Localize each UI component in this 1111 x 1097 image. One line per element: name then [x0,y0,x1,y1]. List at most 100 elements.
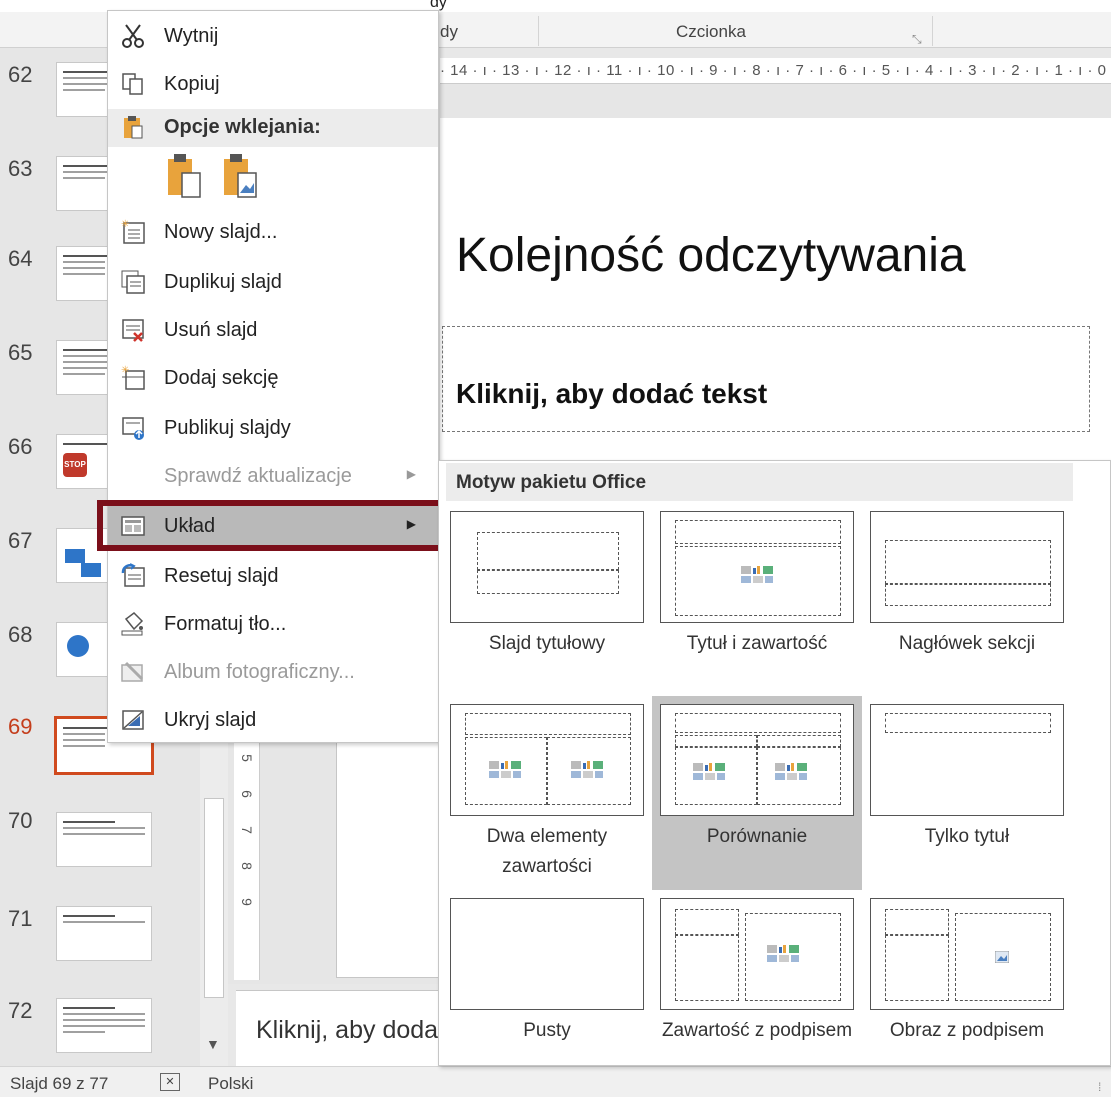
menu-item-label: Sprawdź aktualizacje [164,465,352,487]
content-icons-icon [571,761,603,778]
diagram-shape [65,549,85,563]
layout-thumbnail [870,704,1064,816]
text-placeholder-shape [885,935,949,1001]
layout-thumbnail [660,704,854,816]
ruler-mark: 6 [239,790,255,798]
menu-item-delete-slide[interactable]: Usuń slajd [108,309,438,351]
layout-label: Dwa elementy zawartości [486,826,608,877]
layout-label: Tylko tytuł [924,826,1010,847]
layout-picture-caption[interactable]: Obraz z podpisem [870,898,1064,1076]
ruler-mark: 8 [239,862,255,870]
subtitle-placeholder-shape [477,570,619,594]
content-icons-icon [767,945,799,962]
title-placeholder-shape [465,713,631,735]
scrollbar-thumb[interactable] [204,798,224,998]
text-placeholder-shape [885,584,1051,606]
menu-item-label: Usuń slajd [164,319,258,341]
horizontal-ruler[interactable]: · 14 · ı · 13 · ı · 12 · ı · 11 · ı · 10… [440,58,1111,84]
menu-item-format-background[interactable]: Formatuj tło... [108,603,438,645]
slide-thumbnail[interactable] [56,812,152,867]
ribbon-separator [932,16,933,46]
diagram-shape [67,635,89,657]
publish-slides-icon [122,417,144,440]
title-placeholder-shape [675,520,841,544]
menu-item-label: Album fotograficzny... [164,661,355,683]
ribbon-group-slides: dy [440,22,458,41]
notes-placeholder[interactable]: Kliknij, aby dodać notatki [256,1016,440,1045]
title-placeholder-shape [885,540,1051,584]
thumb-number: 64 [8,246,33,271]
hide-slide-icon [122,710,144,730]
slide-thumbnail[interactable] [56,998,152,1053]
layout-label: Obraz z podpisem [889,1020,1045,1041]
new-slide-icon: ✳ [121,219,145,244]
thumb-number: 62 [8,62,33,87]
layout-thumbnail [450,704,644,816]
menu-item-label: Wytnij [164,25,219,47]
layout-title-only[interactable]: Tylko tytuł [870,704,1064,882]
layout-title-slide[interactable]: Slajd tytułowy [450,511,644,689]
add-section-icon: ✳ [121,365,145,390]
paste-keep-source-icon[interactable] [164,151,204,201]
menu-item-publish-slides[interactable]: Publikuj slajdy [108,407,438,449]
slide-counter: Slajd 69 z 77 [10,1074,109,1093]
copy-icon [122,73,143,95]
thumb-number: 67 [8,528,33,553]
menu-item-check-updates: Sprawdź aktualizacje ▶ [108,455,438,497]
slide[interactable] [440,118,1111,498]
menu-item-cut[interactable]: Wytnij [108,15,438,57]
slide-thumbnail[interactable] [56,906,152,961]
spellcheck-icon[interactable]: ✕ [160,1073,180,1091]
layout-blank[interactable]: Pusty [450,898,644,1076]
layout-thumbnail [870,898,1064,1010]
layout-title-content[interactable]: Tytuł i zawartość [660,511,854,689]
layout-thumbnail [660,511,854,623]
layout-thumbnail [870,511,1064,623]
layout-label: Nagłówek sekcji [898,633,1036,654]
slide-title[interactable]: Kolejność odczytywania [456,228,966,283]
layout-label: Tytuł i zawartość [686,633,828,654]
scissors-icon [122,24,144,48]
ruler-mark: 7 [239,826,255,834]
context-menu: Wytnij Kopiuj Opcje wklejania: ✳ Nowy sl… [107,10,439,743]
resize-grip-icon[interactable]: ⁞ [1098,1080,1101,1094]
content-icons-icon [775,763,807,780]
menu-item-new-slide[interactable]: ✳ Nowy slajd... [108,211,438,253]
menu-item-add-section[interactable]: ✳ Dodaj sekcję [108,357,438,399]
scroll-down-icon[interactable]: ▼ [206,1036,220,1052]
svg-text:✳: ✳ [121,219,129,230]
menu-item-copy[interactable]: Kopiuj [108,63,438,105]
reset-slide-icon [121,563,145,587]
layout-thumbnail [450,511,644,623]
language-label[interactable]: Polski [208,1074,253,1094]
menu-item-label: Resetuj slajd [164,565,279,587]
dialog-launcher-icon[interactable]: ⤡ [912,32,922,47]
title-placeholder-shape [885,713,1051,733]
layout-comparison[interactable]: Porównanie [660,704,854,882]
layout-two-content[interactable]: Dwa elementy zawartości [450,704,644,882]
menu-item-duplicate-slide[interactable]: Duplikuj slajd [108,261,438,303]
content-icons-icon [489,761,521,778]
title-placeholder-shape [675,909,739,935]
layout-label: Pusty [523,1020,571,1041]
placeholder-text[interactable]: Kliknij, aby dodać tekst [456,378,767,410]
svg-text:✳: ✳ [121,365,129,376]
menu-item-label: Ukryj slajd [164,709,257,731]
menu-item-label: Duplikuj slajd [164,271,282,293]
menu-item-label: Kopiuj [164,73,220,95]
heading-placeholder-shape [675,735,757,747]
title-placeholder-shape [675,713,841,733]
highlight-annotation-frame [97,500,450,551]
layout-section-header[interactable]: Nagłówek sekcji [870,511,1064,689]
menu-item-reset-slide[interactable]: Resetuj slajd [108,555,438,597]
layout-content-caption[interactable]: Zawartość z podpisem [660,898,854,1076]
layout-label-selected: Porównanie [706,826,808,847]
menu-item-hide-slide[interactable]: Ukryj slajd [108,699,438,741]
format-background-icon [121,612,144,636]
thumb-number-active: 69 [8,714,33,739]
menu-item-photo-album: Album fotograficzny... [108,651,438,693]
menu-item-label: Nowy slajd... [164,221,278,243]
ruler-mark: 5 [239,754,255,762]
layout-label: Zawartość z podpisem [661,1020,853,1041]
paste-picture-icon[interactable] [220,151,260,201]
